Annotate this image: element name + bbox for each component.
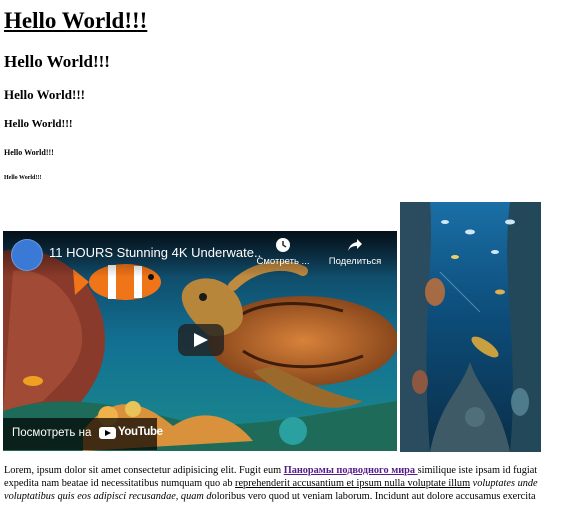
- video-title[interactable]: 11 HOURS Stunning 4K Underwate...: [49, 245, 261, 260]
- heading-1: Hello World!!!: [4, 8, 148, 33]
- heading-3: Hello World!!!: [4, 87, 86, 102]
- paragraph-line-2: expedita nam beatae id necessitatibus nu…: [4, 477, 585, 490]
- share-icon: [348, 239, 362, 251]
- italic-text: voluptates unde: [470, 478, 538, 489]
- paragraph-text: Lorem, ipsum dolor sit amet consectetur …: [4, 465, 284, 476]
- paragraph: Lorem, ipsum dolor sit amet consectetur …: [4, 464, 585, 503]
- clock-icon: [276, 238, 290, 252]
- paragraph-line-3: voluptatibus quis eos adipisci recusanda…: [4, 490, 585, 503]
- watch-on-label: Посмотреть на: [12, 427, 92, 439]
- share-button[interactable]: Поделиться: [320, 237, 390, 267]
- play-button[interactable]: [178, 324, 224, 356]
- heading-5: Hello World!!!: [4, 148, 54, 157]
- youtube-logo-icon: [99, 427, 116, 439]
- underwater-scene: [400, 202, 541, 452]
- paragraph-line-1: Lorem, ipsum dolor sit amet consectetur …: [4, 464, 585, 477]
- heading-4: Hello World!!!: [4, 118, 73, 130]
- heading-6: Hello World!!!: [4, 175, 42, 181]
- watch-later-button[interactable]: Смотреть ...: [248, 237, 318, 267]
- italic-text: voluptatibus quis eos adipisci recusanda…: [4, 491, 212, 502]
- share-label: Поделиться: [328, 256, 382, 267]
- underlined-text: reprehenderit accusantium et ipsum nulla…: [235, 478, 471, 489]
- play-icon: [194, 333, 208, 347]
- watch-on-youtube-button[interactable]: Посмотреть на YouTube: [3, 418, 163, 450]
- youtube-video-embed[interactable]: 11 HOURS Stunning 4K Underwate... Смотре…: [3, 231, 397, 451]
- paragraph-text: expedita nam beatae id necessitatibus nu…: [4, 478, 236, 489]
- paragraph-text: oloribus vero quod ut veniam laborum. In…: [211, 491, 536, 502]
- panorama-link[interactable]: Панорамы подводного мира: [284, 465, 418, 476]
- heading-2: Hello World!!!: [4, 52, 110, 71]
- underwater-image: [400, 202, 541, 452]
- paragraph-text: similique iste ipsam id fugiat: [417, 465, 538, 476]
- youtube-logo-text: YouTube: [118, 426, 163, 438]
- channel-avatar[interactable]: [11, 239, 43, 271]
- watch-later-label: Смотреть ...: [256, 256, 310, 267]
